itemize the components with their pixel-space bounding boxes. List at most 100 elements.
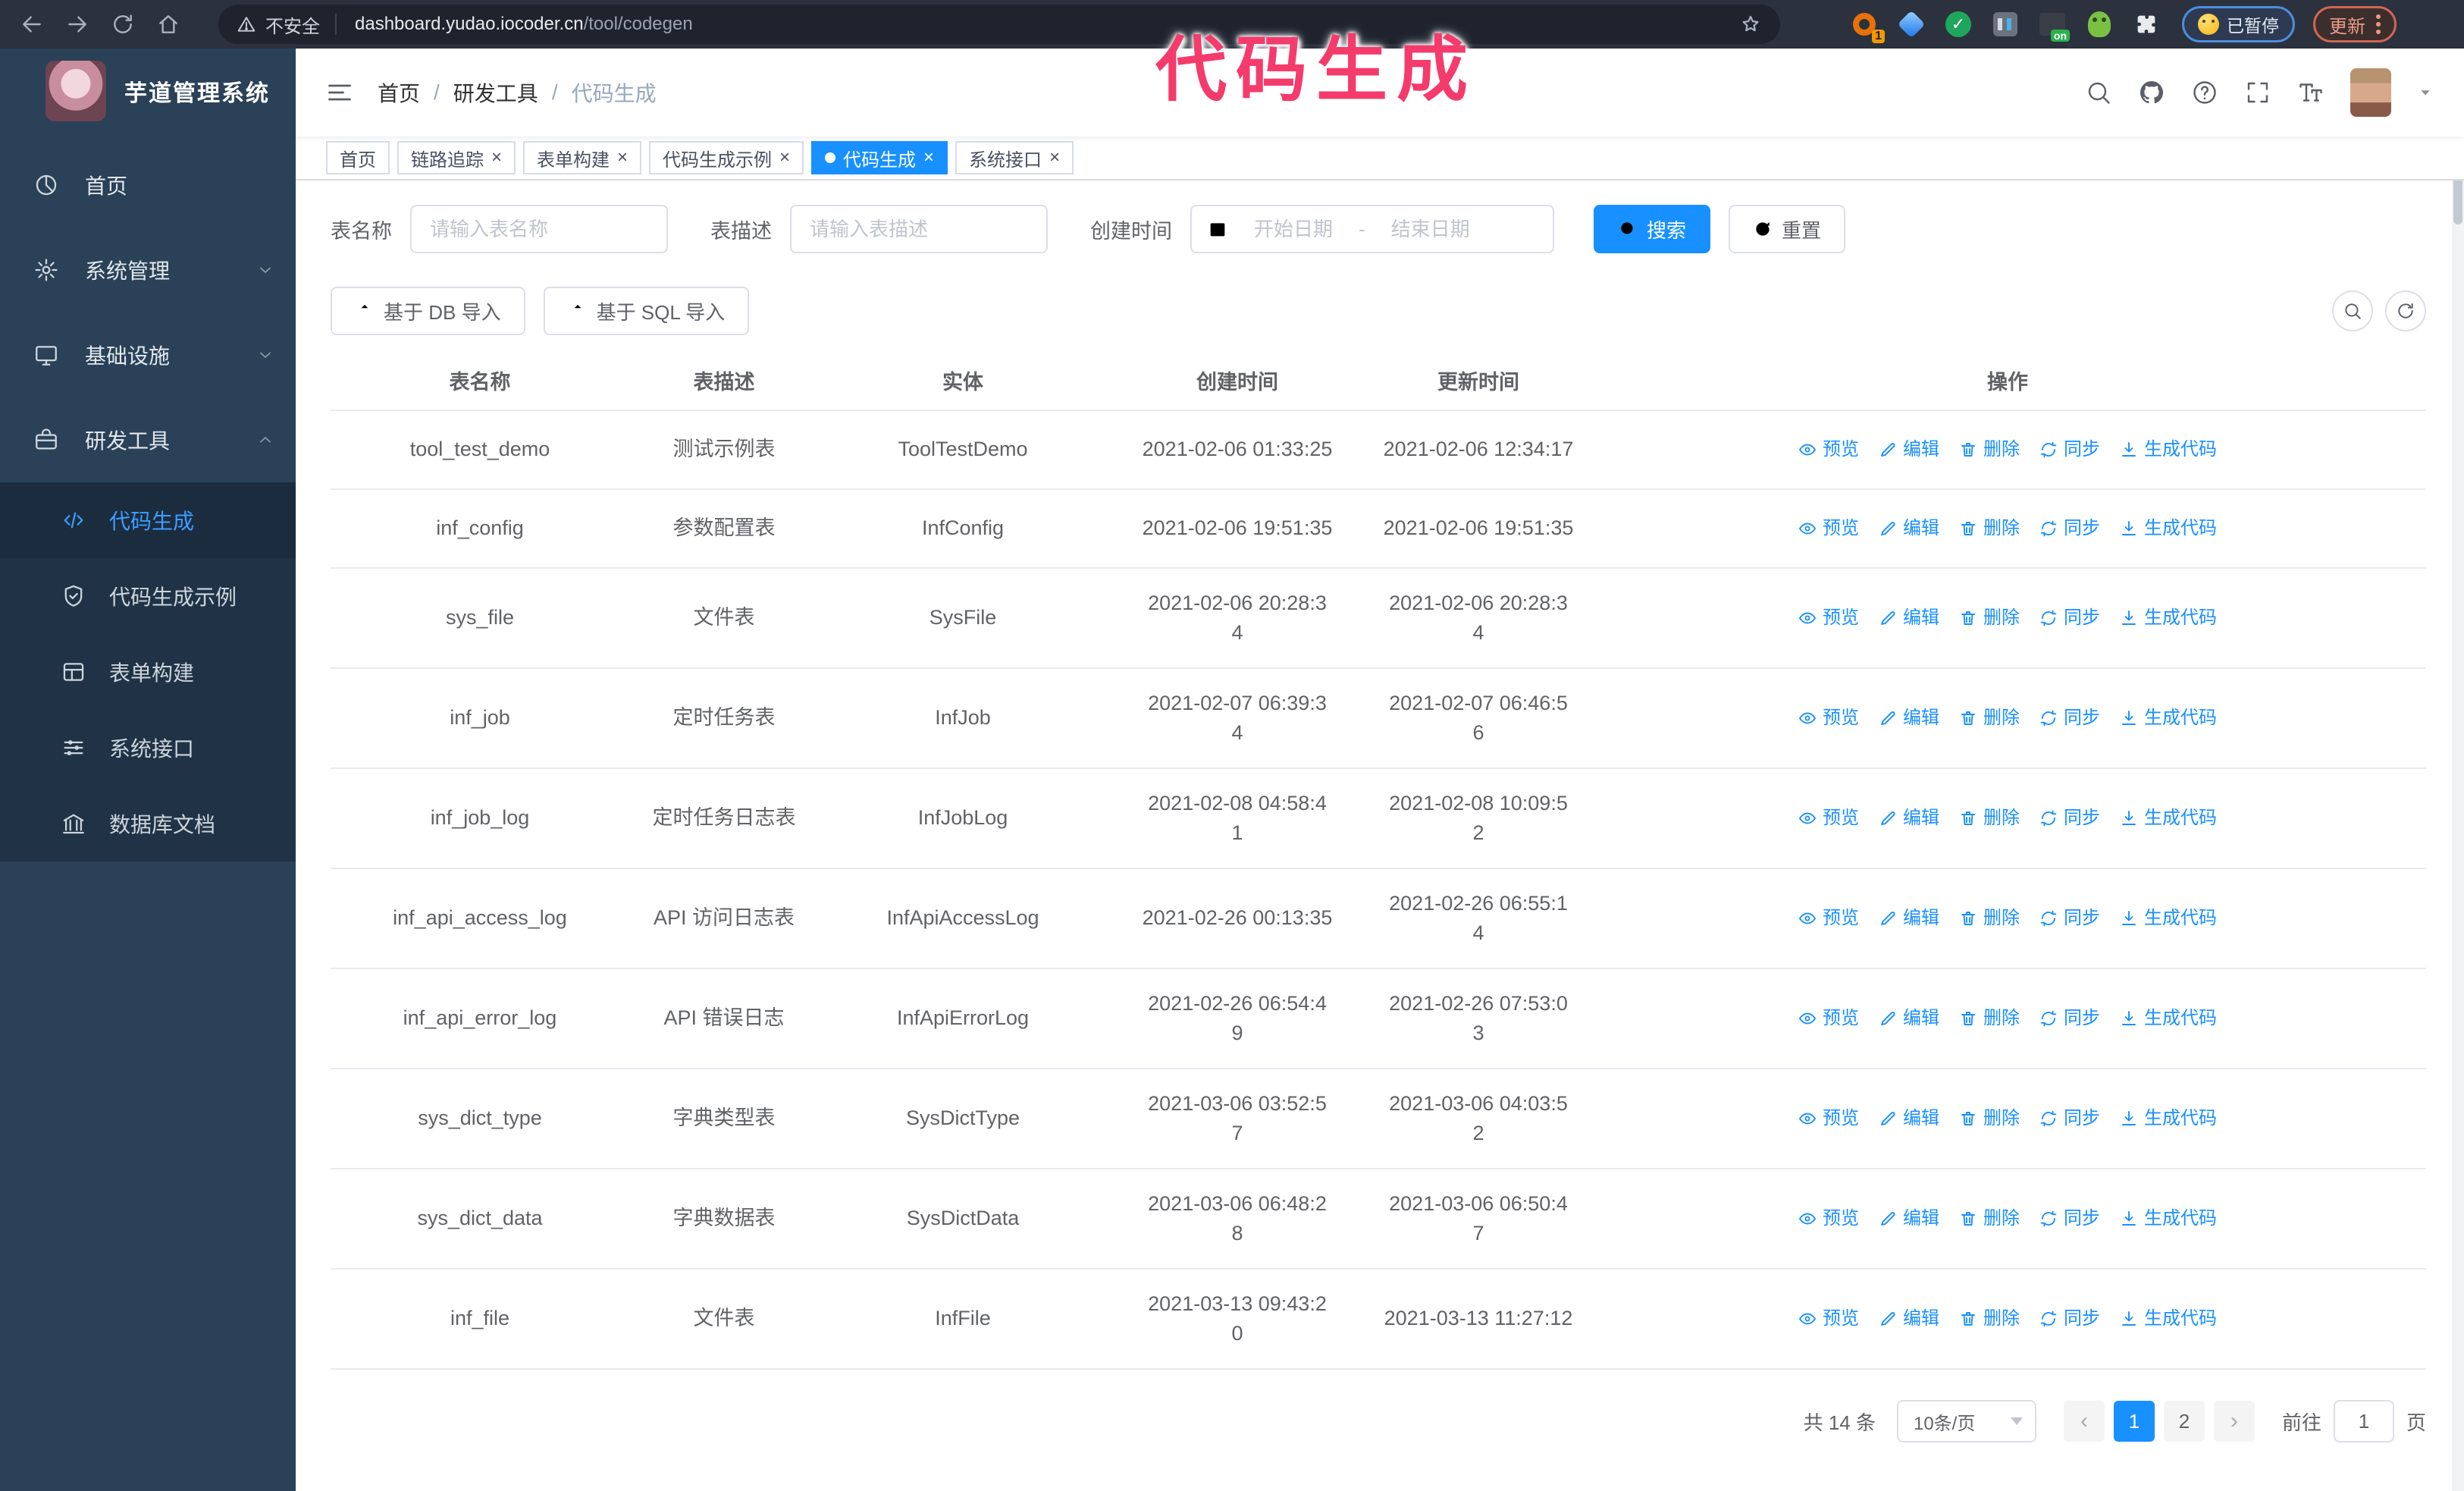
font-size-icon[interactable] xyxy=(2297,79,2324,106)
delete-link[interactable]: 删除 xyxy=(1959,705,2020,732)
breadcrumb-item[interactable]: 首页 xyxy=(378,77,420,108)
close-icon[interactable]: × xyxy=(1049,149,1060,167)
delete-link[interactable]: 删除 xyxy=(1959,516,2020,542)
tab-system-api[interactable]: 系统接口 × xyxy=(955,141,1074,174)
generate-code-link[interactable]: 生成代码 xyxy=(2120,906,2217,932)
tab-codegen-example[interactable]: 代码生成示例 × xyxy=(649,141,804,174)
sync-link[interactable]: 同步 xyxy=(2039,906,2100,932)
chevron-down-icon[interactable] xyxy=(2417,84,2434,101)
sync-link[interactable]: 同步 xyxy=(2039,437,2100,463)
extension-icon-2[interactable] xyxy=(1897,10,1926,39)
page-size-select[interactable]: 10条/页 xyxy=(1896,1400,2036,1442)
search-icon[interactable] xyxy=(2085,79,2112,106)
refresh-table-button[interactable] xyxy=(2385,290,2426,331)
sync-link[interactable]: 同步 xyxy=(2039,1306,2100,1332)
address-bar[interactable]: 不安全 dashboard.yudao.iocoder.cn /tool/cod… xyxy=(218,5,1780,44)
db-import-button[interactable]: 基于 DB 导入 xyxy=(331,287,525,335)
goto-page-input[interactable] xyxy=(2333,1400,2394,1442)
page-button-2[interactable]: 2 xyxy=(2163,1401,2205,1442)
start-date-input[interactable] xyxy=(1228,215,1359,243)
toggle-search-button[interactable] xyxy=(2332,290,2373,331)
browser-back-icon[interactable] xyxy=(9,5,55,44)
window-scrollbar[interactable] xyxy=(2452,49,2464,1491)
generate-code-link[interactable]: 生成代码 xyxy=(2120,1006,2217,1032)
generate-code-link[interactable]: 生成代码 xyxy=(2120,1206,2217,1232)
delete-link[interactable]: 删除 xyxy=(1959,1306,2020,1332)
delete-link[interactable]: 删除 xyxy=(1959,906,2020,932)
tab-codegen[interactable]: 代码生成 × xyxy=(811,141,948,174)
sync-link[interactable]: 同步 xyxy=(2039,705,2100,732)
breadcrumb-item[interactable]: 研发工具 xyxy=(453,77,538,108)
delete-link[interactable]: 删除 xyxy=(1959,1106,2020,1132)
help-icon[interactable] xyxy=(2191,79,2218,106)
sync-link[interactable]: 同步 xyxy=(2039,1206,2100,1232)
delete-link[interactable]: 删除 xyxy=(1959,1006,2020,1032)
generate-code-link[interactable]: 生成代码 xyxy=(2120,1106,2217,1132)
edit-link[interactable]: 编辑 xyxy=(1879,906,1939,932)
browser-reload-icon[interactable] xyxy=(100,5,146,44)
next-page-button[interactable]: › xyxy=(2213,1401,2255,1442)
close-icon[interactable]: × xyxy=(779,149,790,167)
preview-link[interactable]: 预览 xyxy=(1798,805,1859,832)
puzzle-extensions-icon[interactable] xyxy=(2132,10,2161,39)
sql-import-button[interactable]: 基于 SQL 导入 xyxy=(543,287,750,335)
end-date-input[interactable] xyxy=(1365,215,1496,243)
delete-link[interactable]: 删除 xyxy=(1959,1206,2020,1232)
preview-link[interactable]: 预览 xyxy=(1798,516,1859,542)
preview-link[interactable]: 预览 xyxy=(1798,605,1859,632)
preview-link[interactable]: 预览 xyxy=(1798,705,1859,732)
extension-icon-1[interactable]: 1 xyxy=(1850,10,1885,43)
sidebar-item-dev-tools[interactable]: 研发工具 xyxy=(0,397,296,482)
edit-link[interactable]: 编辑 xyxy=(1879,805,1939,832)
edit-link[interactable]: 编辑 xyxy=(1879,516,1939,542)
sidebar-subitem-codegen[interactable]: 代码生成 xyxy=(0,482,296,558)
delete-link[interactable]: 删除 xyxy=(1959,605,2020,632)
preview-link[interactable]: 预览 xyxy=(1798,1306,1859,1332)
sidebar-subitem-system-api[interactable]: 系统接口 xyxy=(0,710,296,786)
edit-link[interactable]: 编辑 xyxy=(1879,1006,1939,1032)
extension-icon-6[interactable] xyxy=(2085,10,2114,39)
prev-page-button[interactable]: ‹ xyxy=(2063,1401,2105,1442)
tab-home[interactable]: 首页 xyxy=(326,141,390,174)
sync-link[interactable]: 同步 xyxy=(2039,605,2100,632)
sidebar-item-infrastructure[interactable]: 基础设施 xyxy=(0,312,296,397)
tab-form-builder[interactable]: 表单构建 × xyxy=(523,141,642,174)
page-button-1[interactable]: 1 xyxy=(2113,1401,2155,1442)
extension-icon-3[interactable]: ✓ xyxy=(1944,10,1973,39)
sync-link[interactable]: 同步 xyxy=(2039,805,2100,832)
delete-link[interactable]: 删除 xyxy=(1959,437,2020,463)
edit-link[interactable]: 编辑 xyxy=(1879,1306,1939,1332)
generate-code-link[interactable]: 生成代码 xyxy=(2120,437,2217,463)
close-icon[interactable]: × xyxy=(491,149,502,167)
sync-link[interactable]: 同步 xyxy=(2039,1006,2100,1032)
table-name-input[interactable] xyxy=(410,205,668,253)
logo[interactable]: 芋道管理系统 xyxy=(0,49,296,133)
hamburger-icon[interactable] xyxy=(326,79,353,106)
fullscreen-icon[interactable] xyxy=(2244,79,2271,106)
generate-code-link[interactable]: 生成代码 xyxy=(2120,605,2217,632)
generate-code-link[interactable]: 生成代码 xyxy=(2120,1306,2217,1332)
generate-code-link[interactable]: 生成代码 xyxy=(2120,705,2217,732)
sidebar-subitem-db-doc[interactable]: 数据库文档 xyxy=(0,786,296,862)
browser-forward-icon[interactable] xyxy=(55,5,100,44)
preview-link[interactable]: 预览 xyxy=(1798,906,1859,932)
browser-home-icon[interactable] xyxy=(146,5,191,44)
close-icon[interactable]: × xyxy=(923,149,934,167)
user-avatar[interactable] xyxy=(2350,68,2391,117)
edit-link[interactable]: 编辑 xyxy=(1879,605,1939,632)
edit-link[interactable]: 编辑 xyxy=(1879,705,1939,732)
profile-paused-pill[interactable]: 已暂停 xyxy=(2182,6,2295,42)
edit-link[interactable]: 编辑 xyxy=(1879,1206,1939,1232)
edit-link[interactable]: 编辑 xyxy=(1879,437,1939,463)
date-range-picker[interactable]: - xyxy=(1190,205,1554,253)
edit-link[interactable]: 编辑 xyxy=(1879,1106,1939,1132)
sidebar-item-system-management[interactable]: 系统管理 xyxy=(0,228,296,312)
github-icon[interactable] xyxy=(2138,79,2165,106)
sync-link[interactable]: 同步 xyxy=(2039,516,2100,542)
preview-link[interactable]: 预览 xyxy=(1798,1206,1859,1232)
sync-link[interactable]: 同步 xyxy=(2039,1106,2100,1132)
delete-link[interactable]: 删除 xyxy=(1959,805,2020,832)
sidebar-subitem-form-builder[interactable]: 表单构建 xyxy=(0,634,296,710)
sidebar-item-home[interactable]: 首页 xyxy=(0,143,296,228)
close-icon[interactable]: × xyxy=(617,149,628,167)
